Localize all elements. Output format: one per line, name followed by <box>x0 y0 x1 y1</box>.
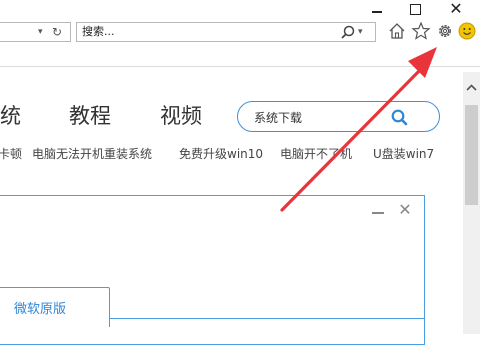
link-no-boot[interactable]: 电脑开不了机 <box>280 145 352 162</box>
scroll-up-icon[interactable] <box>463 80 480 96</box>
address-dropdown-icon[interactable]: ▾ <box>38 25 48 39</box>
window-maximize-button[interactable] <box>408 2 424 18</box>
nav-item-system[interactable]: 统 <box>0 100 21 130</box>
browser-search-input[interactable]: 搜索... <box>82 22 282 42</box>
search-icon[interactable] <box>340 22 356 42</box>
refresh-icon[interactable]: ↻ <box>52 24 66 40</box>
dialog-minimize-button[interactable] <box>372 212 384 214</box>
home-icon[interactable] <box>386 20 408 42</box>
site-search-input[interactable]: 系统下载 <box>254 109 302 126</box>
gear-icon[interactable] <box>434 20 456 42</box>
link-win10[interactable]: 免费升级win10 <box>179 145 263 162</box>
nav-item-tutorial[interactable]: 教程 <box>69 100 111 130</box>
star-icon[interactable] <box>410 20 432 42</box>
link-lag[interactable]: 卡顿 <box>0 145 22 162</box>
dialog-close-button[interactable]: ✕ <box>396 200 414 220</box>
window-close-button[interactable]: ✕ <box>446 0 466 18</box>
tab-underline <box>109 318 425 319</box>
smiley-icon[interactable] <box>457 21 477 41</box>
chrome-divider <box>0 66 480 67</box>
window-minimize-button[interactable] <box>370 2 386 18</box>
search-dropdown-icon[interactable]: ▾ <box>358 25 370 39</box>
nav-item-video[interactable]: 视频 <box>160 100 202 130</box>
site-search-icon[interactable] <box>388 106 410 128</box>
link-usb-win7[interactable]: U盘装win7 <box>373 145 434 162</box>
link-reinstall[interactable]: 电脑无法开机重装系统 <box>32 145 152 162</box>
tab-original-label[interactable]: 微软原版 <box>14 298 66 317</box>
scrollbar-thumb[interactable] <box>465 105 478 205</box>
